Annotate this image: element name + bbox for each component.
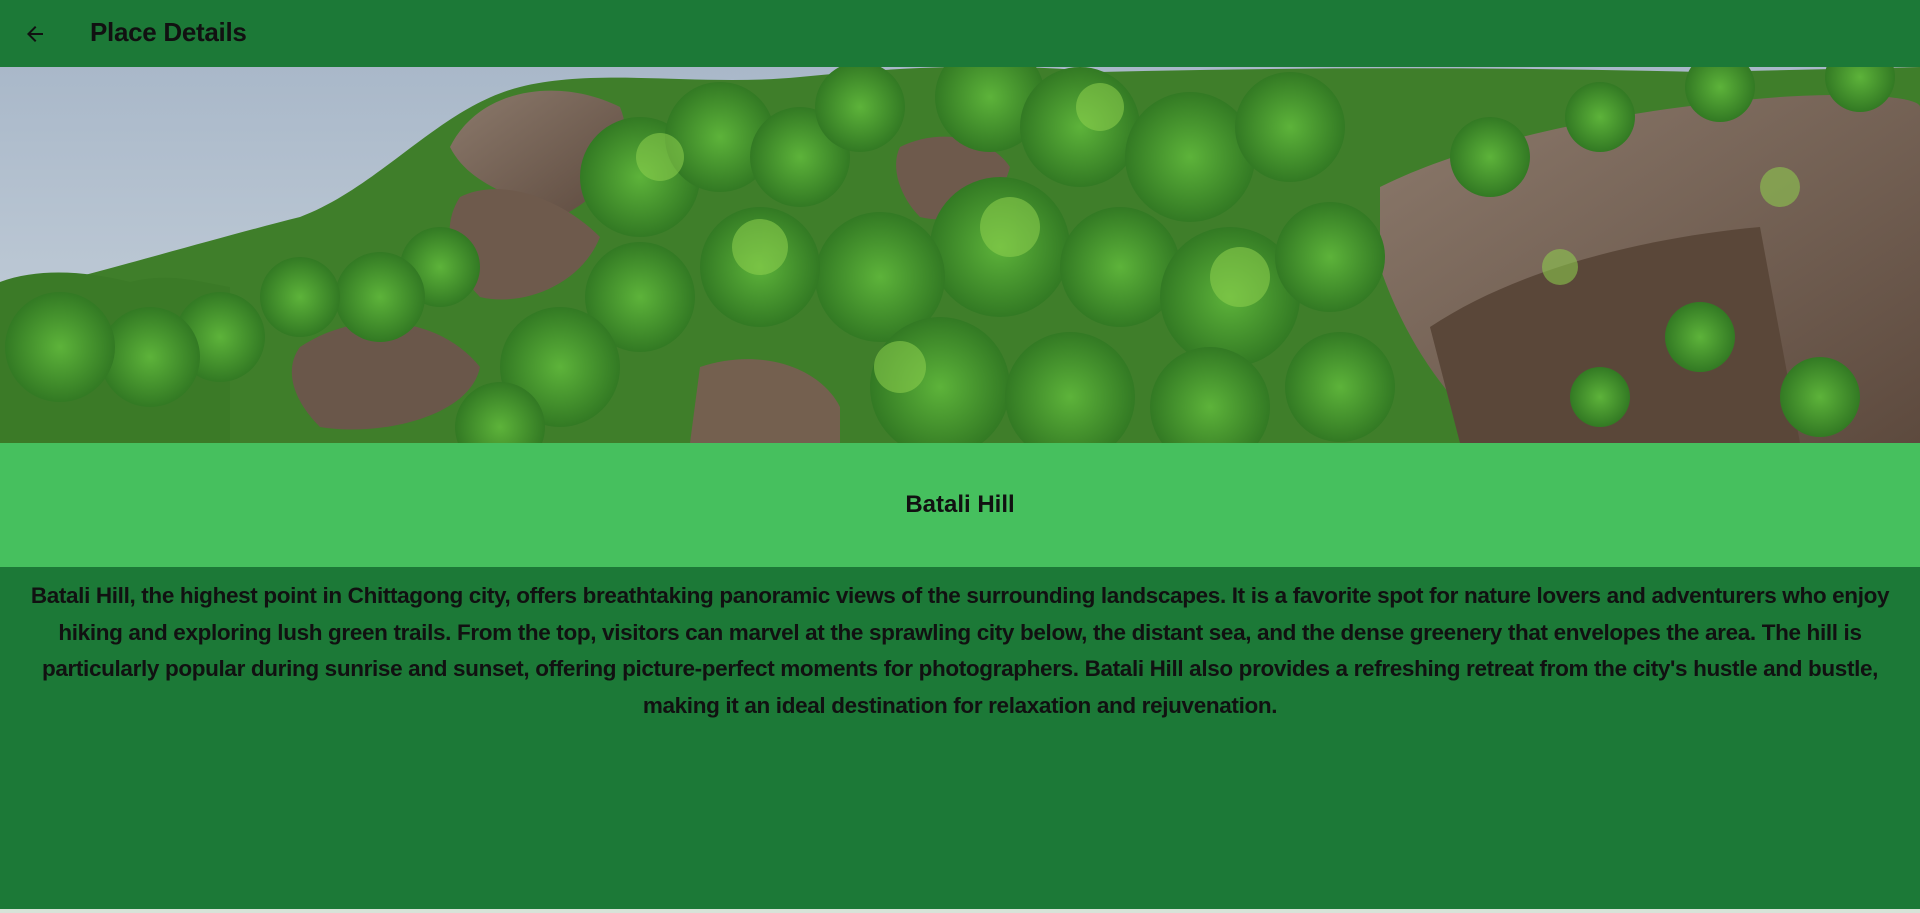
page-title: Place Details xyxy=(90,17,247,47)
place-name-band: Batali Hill xyxy=(0,443,1920,567)
place-name: Batali Hill xyxy=(905,491,1015,518)
place-details-screen: Place Details Batali Hill Batali Hill, t… xyxy=(0,0,1920,913)
divider xyxy=(0,909,1920,913)
place-image xyxy=(0,67,1920,443)
place-description: Batali Hill, the highest point in Chitta… xyxy=(30,583,1890,718)
app-bar: Place Details xyxy=(0,0,1920,67)
back-button[interactable] xyxy=(17,16,53,52)
arrow-left-icon xyxy=(27,26,43,42)
